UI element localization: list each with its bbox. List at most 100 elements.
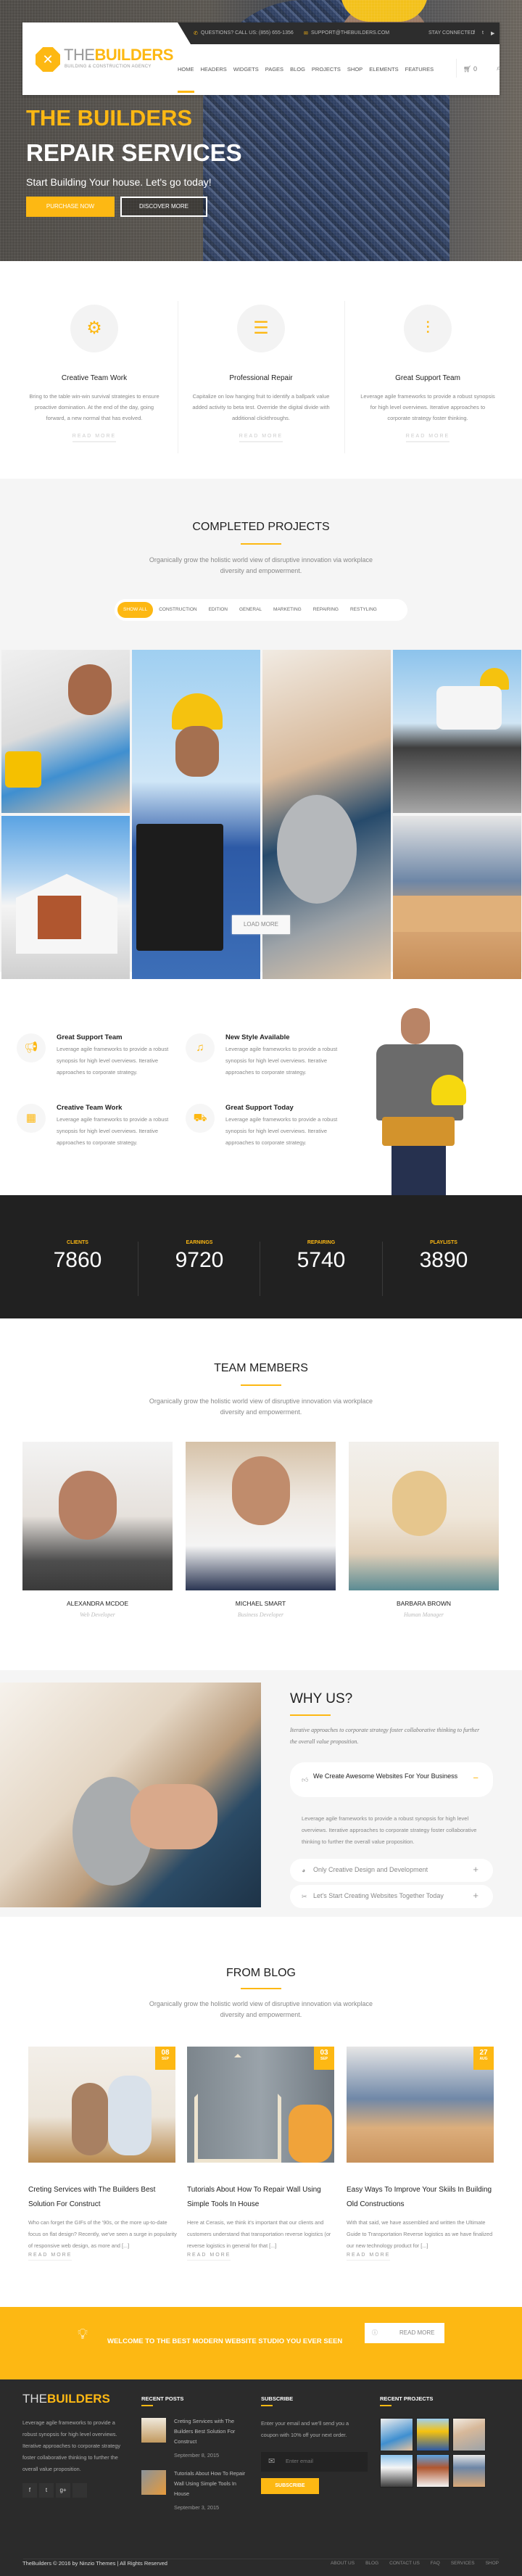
sliders-icon: ⫶ (404, 305, 452, 352)
footer-link-faq[interactable]: FAQ (431, 2561, 440, 2566)
expand-icon[interactable]: + (473, 1864, 478, 1875)
blog-post-image[interactable]: 27 AUG (347, 2047, 494, 2163)
nav-blog[interactable]: BLOG (290, 66, 305, 73)
feature-read-more[interactable]: READ MORE (239, 434, 283, 442)
title-underline (241, 1384, 281, 1386)
nav-widgets[interactable]: WIDGETS (233, 66, 259, 73)
load-more-button[interactable]: LOAD MORE (232, 915, 290, 934)
filter-construction[interactable]: CONSTRUCTION (153, 602, 202, 618)
discover-more-button[interactable]: DISCOVER MORE (120, 197, 207, 217)
recent-project-thumb[interactable] (380, 2418, 413, 2451)
email-field[interactable]: ✉ Enter email (261, 2452, 368, 2472)
accordion-item[interactable]: ✂ Let's Start Creating Websites Together… (290, 1885, 493, 1908)
counter-earnings: EARNINGS 9720 (156, 1240, 243, 1273)
nav-headers[interactable]: HEADERS (201, 66, 227, 73)
logo[interactable]: THEBUILDERS (64, 46, 173, 65)
apple-icon[interactable] (72, 2483, 87, 2498)
nav-elements[interactable]: ELEMENTS (369, 66, 398, 73)
nav-divider (456, 59, 457, 78)
post-day: 27 (479, 2049, 488, 2057)
recent-post-title[interactable]: Tutorials About How To Repair Wall Using… (174, 2469, 250, 2499)
post-month: SEP (320, 2057, 328, 2061)
member-photo[interactable] (349, 1442, 499, 1590)
member-photo[interactable] (22, 1442, 173, 1590)
cart-button[interactable]: 🛒︎ 0 (463, 65, 477, 73)
project-tile-drill[interactable] (1, 650, 130, 813)
project-tile-measure[interactable] (393, 816, 521, 979)
recent-project-thumb[interactable] (416, 2418, 450, 2451)
email-label[interactable]: SUPPORT@THEBUILDERS.COM (311, 30, 389, 36)
accordion-title: Let's Start Creating Websites Together T… (313, 1892, 444, 1899)
cta-read-more-button[interactable]: ⓘ READ MORE (365, 2323, 444, 2343)
collapse-icon[interactable]: − (473, 1772, 478, 1783)
footer-nav: ABOUT US BLOG CONTACT US FAQ SERVICES SH… (331, 2561, 499, 2566)
subscribe-button[interactable]: SUBSCRIBE (261, 2478, 319, 2494)
recent-project-thumb[interactable] (452, 2454, 486, 2488)
filter-show-all[interactable]: SHOW ALL (117, 602, 154, 618)
worker-image (366, 1008, 482, 1197)
music-note-icon: ♫ (186, 1033, 215, 1062)
truck-icon: ⛟ (186, 1104, 215, 1133)
post-read-more[interactable]: READ MORE (347, 2253, 391, 2261)
filter-edition[interactable]: EDITION (203, 602, 233, 618)
footer-link-about[interactable]: ABOUT US (331, 2561, 355, 2566)
footer-link-shop[interactable]: SHOP (486, 2561, 499, 2566)
filter-marketing[interactable]: MARKETING (268, 602, 307, 618)
filter-repairing[interactable]: REPAIRING (307, 602, 344, 618)
service-text: Leverage agile frameworks to provide a r… (57, 1116, 169, 1146)
nav-shop[interactable]: SHOP (347, 66, 362, 73)
twitter-icon[interactable]: t (39, 2483, 54, 2498)
main-nav: HOME HEADERS WIDGETS PAGES BLOG PROJECTS… (178, 66, 434, 93)
cta-text: WELCOME TO THE BEST MODERN WEBSITE STUDI… (107, 2337, 343, 2345)
recent-post-thumb[interactable] (141, 2418, 166, 2443)
recent-project-thumb[interactable] (380, 2454, 413, 2488)
member-role: Web Developer (80, 1611, 115, 1618)
filter-restyling[interactable]: RESTYLING (344, 602, 383, 618)
feature-read-more[interactable]: READ MORE (72, 434, 117, 442)
facebook-icon[interactable]: f (473, 30, 475, 36)
subscribe-text: Enter your email and we'll send you a co… (261, 2420, 349, 2438)
accordion-item[interactable]: ◕ Only Creative Design and Development + (290, 1859, 493, 1882)
facebook-icon[interactable]: f (22, 2483, 37, 2498)
youtube-icon[interactable]: ▶ (491, 30, 494, 36)
project-tile-paver[interactable] (393, 650, 521, 813)
blog-post-image[interactable]: 08 SEP (28, 2047, 175, 2163)
team-description: Organically grow the holistic world view… (149, 1398, 373, 1416)
nav-home[interactable]: HOME (178, 66, 194, 93)
accordion-item-expanded[interactable]: 👍︎ We Create Awesome Websites For Your B… (290, 1762, 493, 1797)
footer-link-blog[interactable]: BLOG (365, 2561, 378, 2566)
nav-pages[interactable]: PAGES (265, 66, 283, 73)
blog-post-image[interactable]: 03 SEP (187, 2047, 334, 2163)
logo-tools-icon[interactable]: ✕ (36, 47, 60, 72)
search-icon[interactable]: ⌕ (497, 64, 501, 73)
recent-project-thumb[interactable] (452, 2418, 486, 2451)
site-header: ✆ QUESTIONS? CALL US: (855) 655-1356 ✉ S… (22, 22, 501, 95)
post-read-more[interactable]: READ MORE (28, 2253, 72, 2261)
post-title[interactable]: Tutorials About How To Repair Wall Using… (187, 2183, 339, 2212)
megaphone-icon: 📢︎ (17, 1033, 46, 1062)
recent-post-title[interactable]: Creting Services with The Builders Best … (174, 2416, 250, 2447)
footer-link-contact[interactable]: CONTACT US (389, 2561, 420, 2566)
post-title[interactable]: Easy Ways To Improve Your Skiils In Buil… (347, 2183, 499, 2212)
feature-text: Capitalize on low hanging fruit to ident… (192, 393, 330, 421)
nav-projects[interactable]: PROJECTS (312, 66, 341, 73)
footer-logo[interactable]: THEBUILDERS (22, 2392, 110, 2406)
expand-icon[interactable]: + (473, 1890, 478, 1901)
nav-features[interactable]: FEATURES (405, 66, 434, 73)
google-plus-icon[interactable]: g+ (56, 2483, 70, 2498)
member-photo[interactable] (186, 1442, 336, 1590)
recent-post-date: September 3, 2015 (174, 2504, 220, 2511)
purchase-now-button[interactable]: PURCHASE NOW (26, 197, 115, 217)
footer-link-services[interactable]: SERVICES (451, 2561, 475, 2566)
project-tile-house[interactable] (1, 816, 130, 979)
post-read-more[interactable]: READ MORE (187, 2253, 231, 2261)
twitter-icon[interactable]: t (482, 30, 484, 36)
feature-title: Professional Repair (229, 374, 293, 382)
recent-project-thumb[interactable] (416, 2454, 450, 2488)
feature-read-more[interactable]: READ MORE (405, 434, 450, 442)
accordion-body: Leverage agile frameworks to provide a r… (302, 1815, 477, 1845)
filter-general[interactable]: GENERAL (233, 602, 268, 618)
email-placeholder: Enter email (286, 2458, 313, 2464)
recent-post-thumb[interactable] (141, 2470, 166, 2495)
post-title[interactable]: Creting Services with The Builders Best … (28, 2183, 181, 2212)
